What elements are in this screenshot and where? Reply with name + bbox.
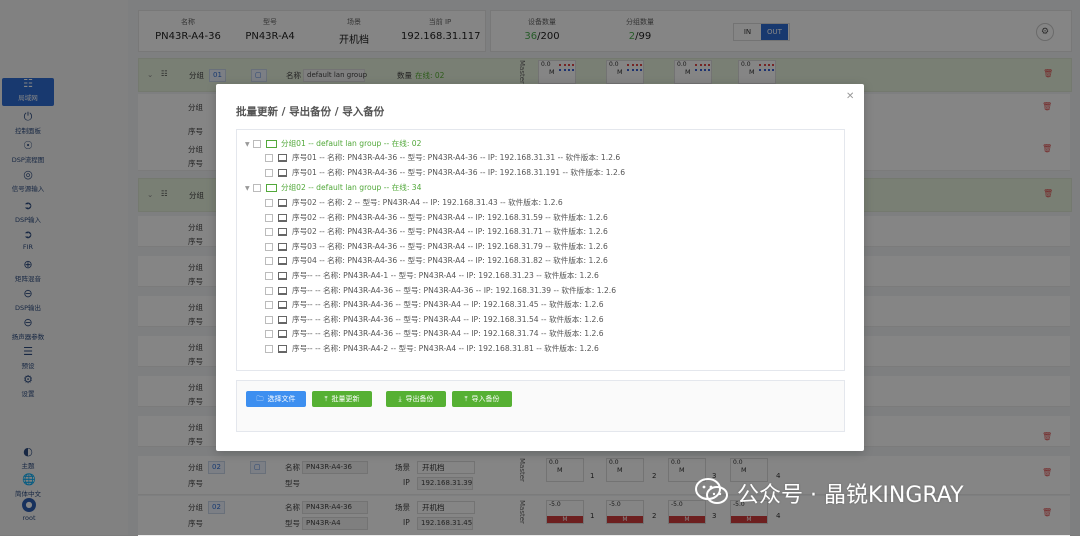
- group-icon: [266, 184, 277, 192]
- monitor-icon: [278, 272, 287, 280]
- tree-group-node[interactable]: ▼ 分组01 -- default lan group -- 在线: 02: [245, 137, 421, 151]
- tree-device-node[interactable]: 序号01 -- 名称: PN43R-A4-36 -- 型号: PN43R-A4-…: [265, 151, 620, 165]
- tree-device-node[interactable]: 序号02 -- 名称: PN43R-A4-36 -- 型号: PN43R-A4 …: [265, 225, 608, 239]
- download-icon: ⤓: [398, 395, 402, 403]
- checkbox[interactable]: [265, 257, 273, 265]
- monitor-icon: [278, 316, 287, 324]
- batch-update-button[interactable]: ⤒ 批量更新: [312, 391, 372, 407]
- tree-device-node[interactable]: 序号-- -- 名称: PN43R-A4-36 -- 型号: PN43R-A4 …: [265, 327, 604, 341]
- monitor-icon: [278, 345, 287, 353]
- monitor-icon: [278, 214, 287, 222]
- monitor-icon: [278, 301, 287, 309]
- tree-device-node[interactable]: 序号-- -- 名称: PN43R-A4-1 -- 型号: PN43R-A4 -…: [265, 269, 599, 283]
- monitor-icon: [278, 169, 287, 177]
- close-icon[interactable]: ✕: [846, 91, 854, 102]
- checkbox[interactable]: [265, 169, 273, 177]
- upload-icon: ⤒: [464, 395, 468, 403]
- checkbox[interactable]: [265, 316, 273, 324]
- tree-device-node[interactable]: 序号02 -- 名称: PN43R-A4-36 -- 型号: PN43R-A4 …: [265, 211, 608, 225]
- tree-device-node[interactable]: 序号-- -- 名称: PN43R-A4-36 -- 型号: PN43R-A4 …: [265, 298, 604, 312]
- tree-device-node[interactable]: 序号-- -- 名称: PN43R-A4-36 -- 型号: PN43R-A4-…: [265, 284, 616, 298]
- tree-group-node[interactable]: ▼ 分组02 -- default lan group -- 在线: 34: [245, 181, 421, 195]
- checkbox[interactable]: [265, 243, 273, 251]
- monitor-icon: [278, 228, 287, 236]
- upload-icon: ⤒: [324, 395, 328, 403]
- checkbox[interactable]: [265, 228, 273, 236]
- tree-device-node[interactable]: 序号04 -- 名称: PN43R-A4-36 -- 型号: PN43R-A4 …: [265, 254, 608, 268]
- monitor-icon: [278, 257, 287, 265]
- monitor-icon: [278, 199, 287, 207]
- checkbox[interactable]: [253, 184, 261, 192]
- checkbox[interactable]: [253, 140, 261, 148]
- checkbox[interactable]: [265, 345, 273, 353]
- checkbox[interactable]: [265, 214, 273, 222]
- checkbox[interactable]: [265, 272, 273, 280]
- group-icon: [266, 140, 277, 148]
- caret-down-icon[interactable]: ▼: [245, 138, 253, 152]
- folder-icon: 🗀: [256, 395, 264, 403]
- checkbox[interactable]: [265, 199, 273, 207]
- monitor-icon: [278, 287, 287, 295]
- import-backup-button[interactable]: ⤒ 导入备份: [452, 391, 512, 407]
- device-tree: ▼ 分组01 -- default lan group -- 在线: 02 序号0…: [236, 129, 845, 371]
- wechat-icon: [695, 478, 728, 504]
- checkbox[interactable]: [265, 330, 273, 338]
- tree-device-node[interactable]: 序号-- -- 名称: PN43R-A4-36 -- 型号: PN43R-A4 …: [265, 313, 604, 327]
- action-bar: 🗀 选择文件 ⤒ 批量更新 ⤓ 导出备份 ⤒ 导入备份: [236, 380, 845, 432]
- checkbox[interactable]: [265, 287, 273, 295]
- export-backup-button[interactable]: ⤓ 导出备份: [386, 391, 446, 407]
- tree-device-node[interactable]: 序号-- -- 名称: PN43R-A4-2 -- 型号: PN43R-A4 -…: [265, 342, 599, 356]
- select-file-button[interactable]: 🗀 选择文件: [246, 391, 306, 407]
- tree-device-node[interactable]: 序号03 -- 名称: PN43R-A4-36 -- 型号: PN43R-A4 …: [265, 240, 608, 254]
- tree-device-node[interactable]: 序号01 -- 名称: PN43R-A4-36 -- 型号: PN43R-A4-…: [265, 166, 625, 180]
- monitor-icon: [278, 330, 287, 338]
- backup-dialog: 批量更新 / 导出备份 / 导入备份 ✕ ▼ 分组01 -- default la…: [216, 84, 864, 451]
- monitor-icon: [278, 154, 287, 162]
- checkbox[interactable]: [265, 301, 273, 309]
- checkbox[interactable]: [265, 154, 273, 162]
- caret-down-icon[interactable]: ▼: [245, 182, 253, 196]
- monitor-icon: [278, 243, 287, 251]
- tree-device-node[interactable]: 序号02 -- 名称: 2 -- 型号: PN43R-A4 -- IP: 192…: [265, 196, 563, 210]
- dialog-title: 批量更新 / 导出备份 / 导入备份: [236, 106, 385, 118]
